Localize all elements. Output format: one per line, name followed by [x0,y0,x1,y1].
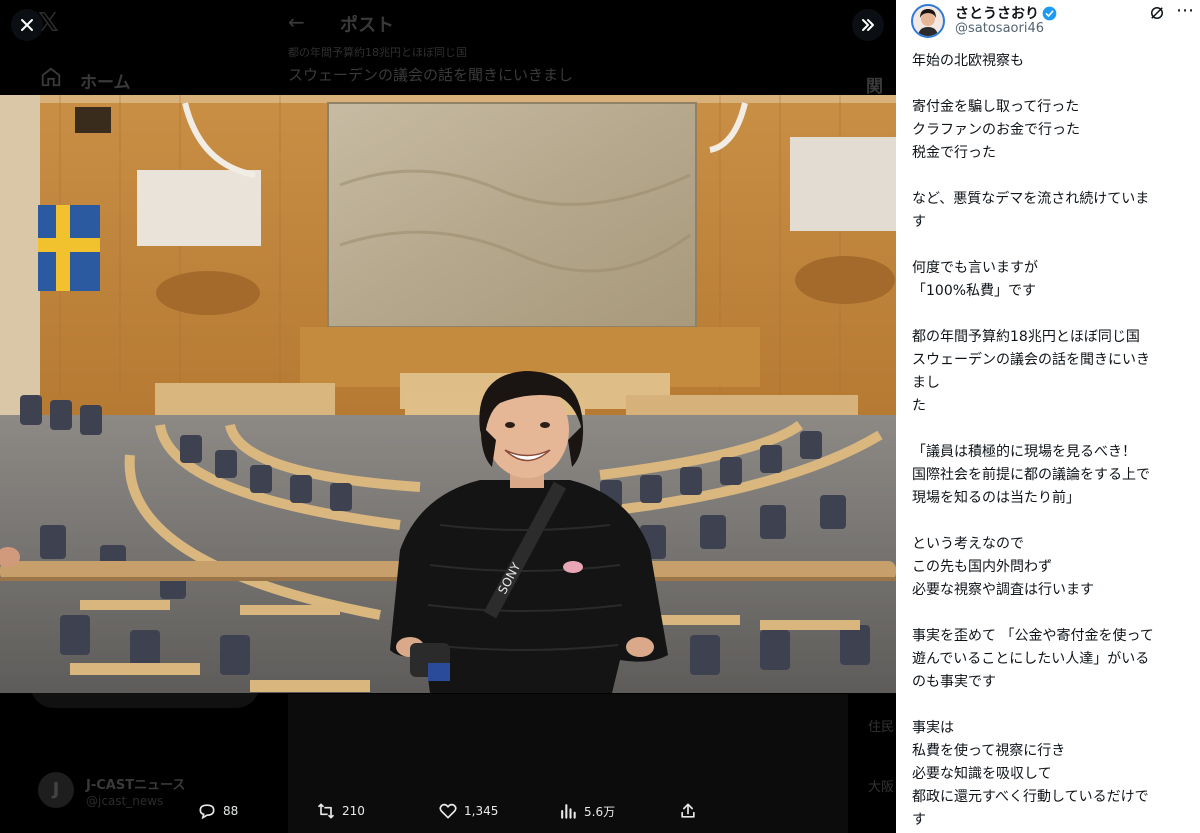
post-header-title: ポスト [340,15,394,36]
views-button[interactable]: 5.6万 [558,801,615,821]
post-text-line: という考えなので [912,536,1024,552]
post-text-line [912,510,1196,533]
reply-count: 88 [223,804,239,818]
nav-home-label: ホーム [80,73,131,93]
post-text-line: クラファンのお金で行った [912,122,1080,138]
back-arrow-icon: ← [288,10,305,34]
post-text-line: この先も国内外問わず [912,559,1052,575]
close-button[interactable] [11,9,43,41]
post-text-line: 必要な知識を吸収して [912,766,1052,782]
post-text-line [912,602,1196,625]
post-text-line: 年始の北欧視察も [912,53,1024,69]
repost-icon [317,803,335,819]
chevron-double-right-icon [862,19,874,31]
post-body: 年始の北欧視察も寄付金を騙し取って行った クラファンのお金で行った 税金で行ったなど… [912,50,1196,832]
post-text-line: す [912,214,926,230]
like-button[interactable]: 1,345 [438,801,498,821]
author-avatar[interactable] [911,4,945,38]
author-name-text: さとうさおり [955,6,1039,22]
post-text-line: 事実を歪めて 「公金や寄付金を使って [912,628,1154,644]
home-icon [41,67,61,87]
background-post-meta: 都の年間予算約18兆円とほぼ同じ国 [288,46,467,59]
reply-button[interactable]: 88 [197,801,238,821]
media-action-bar: 88 210 1,345 5.6万 [0,793,896,833]
post-text-line [912,694,1196,717]
post-text-line [912,234,1196,257]
more-options-icon[interactable]: ⋯ [1176,2,1194,20]
post-text-line: 都の年間予算約18兆円とほぼ同じ国 [912,329,1140,345]
close-icon [21,19,33,31]
view-count: 5.6万 [584,804,616,819]
heart-icon [439,803,457,819]
post-text-line: す [912,812,926,828]
post-panel: さとうさおり @satosaori46 ⋯ 年始の北欧視察も寄付金を騙し取って行… [896,0,1200,833]
post-text-line: 事実は [912,720,954,736]
post-text-line: た [912,398,926,414]
post-text-line [912,73,1196,96]
post-text-line: 税金で行った [912,145,996,161]
author-name[interactable]: さとうさおり [955,3,1057,23]
parliament-photo: SONY [0,95,896,693]
post-text-line: スウェーデンの議会の話を聞きにいき [912,352,1150,368]
reply-icon [199,804,215,820]
grok-icon[interactable] [1148,4,1166,22]
post-text-line: 寄付金を騙し取って行った [912,99,1080,115]
verified-badge-icon [1042,6,1057,21]
post-text-line: 必要な視察や調査は行います [912,582,1094,598]
analytics-icon [561,804,576,819]
post-text-line: 都政に還元すべく行動しているだけで [912,789,1149,805]
post-text-line [912,303,1196,326]
post-text-line: 「議員は積極的に現場を見るべき！ [912,444,1136,460]
author-handle[interactable]: @satosaori46 [955,21,1044,36]
post-text-line: 現場を知るのは当たり前」 [912,490,1080,506]
repost-count: 210 [342,804,365,818]
background-snippet: 住民 [868,720,895,735]
jcast-name: J-CASTニュース [86,778,186,793]
background-post-preview: スウェーデンの議会の話を聞きにいきまし [288,66,574,84]
post-text-line [912,418,1196,441]
share-icon [681,803,695,818]
post-text-line: まし [912,375,940,391]
share-button[interactable] [678,801,698,821]
post-text-line: のも事実です [912,674,996,690]
post-text-line: 何度でも言いますが [912,260,1038,276]
post-text-line: 「100%私費」です [912,283,1037,299]
post-text-line: など、悪質なデマを流され続けていま [912,191,1150,207]
media-photo[interactable]: SONY [0,95,896,693]
post-text-line [912,165,1196,188]
post-text-line: 私費を使って視察に行き [912,743,1066,759]
post-text-line: 国際社会を前提に都の議論をする上で [912,467,1150,483]
expand-panel-button[interactable] [852,9,884,41]
like-count: 1,345 [464,804,499,818]
post-text-line: 遊んでいることにしたい人達」がいる [912,651,1150,667]
repost-button[interactable]: 210 [316,801,365,821]
